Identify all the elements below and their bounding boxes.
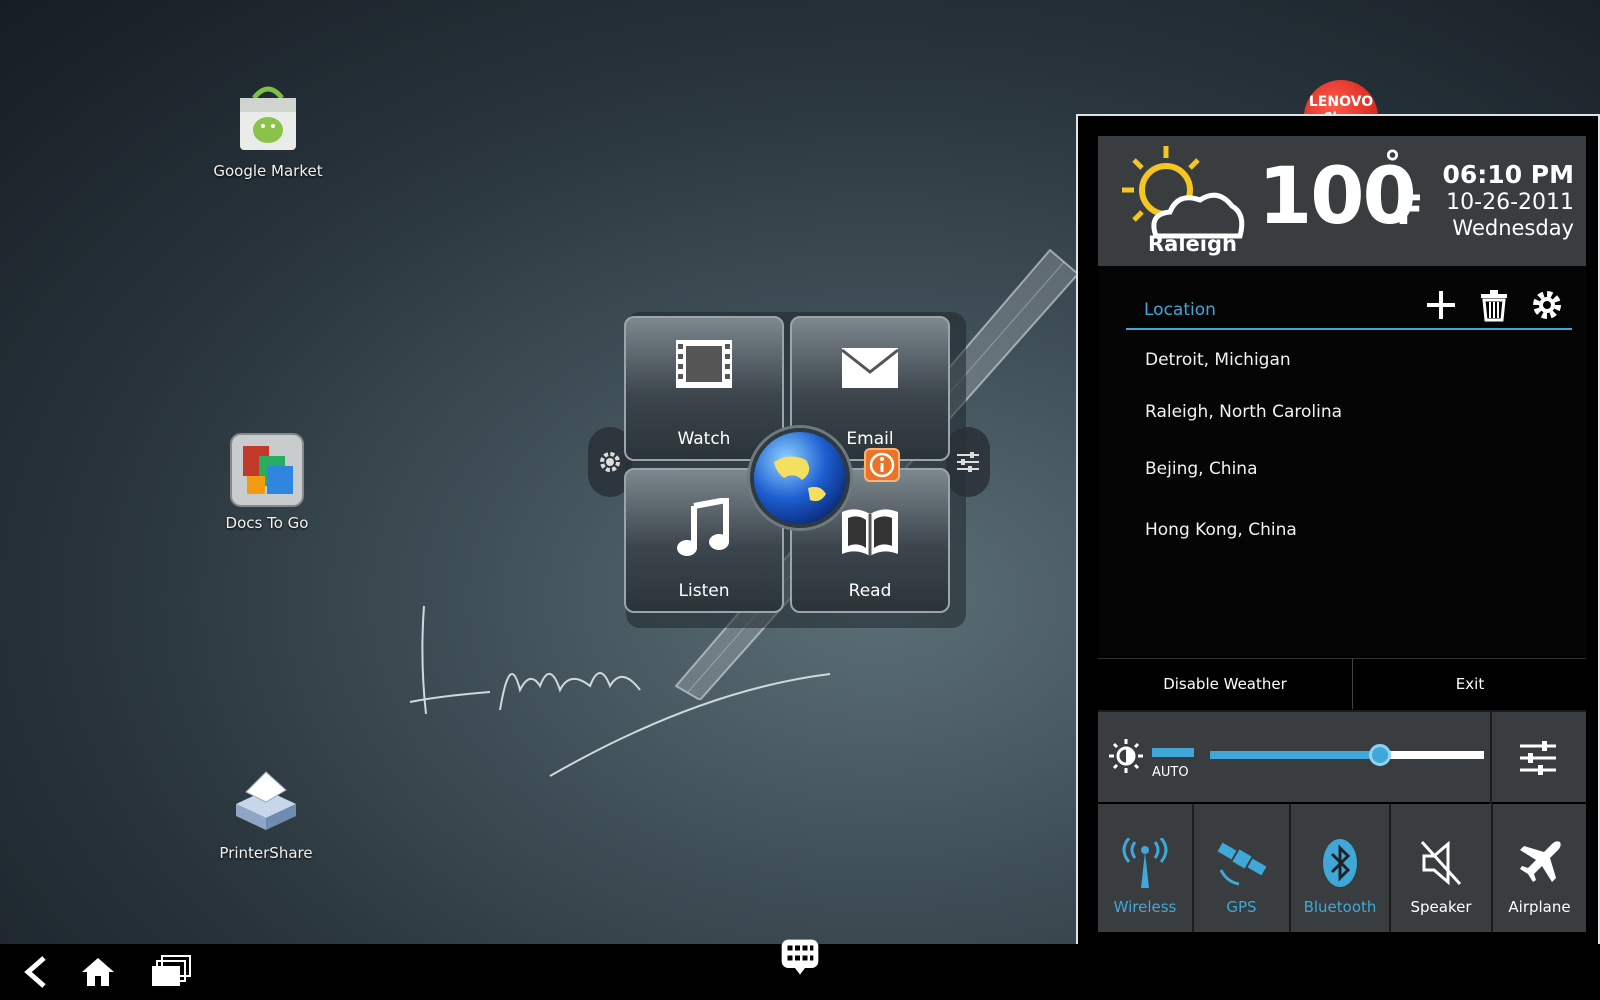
weather-header: Raleigh 100 ° F 06:10 PM 10-26-2011 Wedn… <box>1098 136 1586 266</box>
desktop-icon-printershare[interactable]: PrinterShare <box>191 762 341 862</box>
airplane-icon <box>1519 841 1561 882</box>
desktop-icon-google-market[interactable]: Google Market <box>193 80 343 180</box>
tile-label: Listen <box>678 581 730 601</box>
toggle-wireless[interactable]: Wireless <box>1098 804 1194 932</box>
gps-satellite-icon <box>1217 842 1266 886</box>
weather-unit: F <box>1396 188 1424 234</box>
location-title: Location <box>1144 300 1216 320</box>
home-icon[interactable] <box>80 952 116 992</box>
app-drawer-icon[interactable] <box>776 938 824 978</box>
location-item[interactable]: Raleigh, North Carolina <box>1145 402 1342 422</box>
desktop-icon-docs-to-go[interactable]: Docs To Go <box>192 432 342 532</box>
settings-sliders-icon[interactable] <box>1518 740 1558 776</box>
gear-icon[interactable] <box>1530 288 1564 322</box>
partly-cloudy-icon <box>1122 146 1245 239</box>
location-item[interactable]: Bejing, China <box>1145 459 1258 479</box>
toggle-label: GPS <box>1226 898 1257 916</box>
back-icon[interactable] <box>20 952 52 992</box>
slider-fill <box>1210 751 1380 759</box>
toggle-airplane[interactable]: Airplane <box>1493 804 1586 932</box>
desktop-icon-label: PrinterShare <box>219 844 313 862</box>
disable-weather-button[interactable]: Disable Weather <box>1098 659 1353 709</box>
toggle-speaker[interactable]: Speaker <box>1391 804 1493 932</box>
auto-indicator <box>1152 748 1194 757</box>
system-nav-bar <box>0 939 1600 1000</box>
toggle-bluetooth[interactable]: Bluetooth <box>1291 804 1391 932</box>
weather-city: Raleigh <box>1148 232 1237 256</box>
music-note-icon <box>677 498 729 556</box>
toggle-label: Speaker <box>1410 898 1472 916</box>
bluetooth-icon <box>1323 839 1357 887</box>
clock-time: 06:10 PM <box>1442 160 1574 189</box>
film-icon <box>676 340 732 388</box>
sliders-icon <box>957 452 979 472</box>
hub-adjust-button[interactable] <box>946 427 990 497</box>
docs-icon <box>229 432 305 508</box>
globe-icon[interactable] <box>750 428 850 528</box>
location-header: Location <box>1126 290 1572 330</box>
gear-icon <box>600 452 620 472</box>
add-icon[interactable] <box>1424 288 1458 322</box>
info-icon[interactable] <box>864 448 900 482</box>
slider-thumb[interactable] <box>1368 744 1391 766</box>
printer-icon <box>228 762 304 838</box>
brightness-control: AUTO <box>1098 710 1586 804</box>
desktop-icon-label: Google Market <box>213 162 323 180</box>
book-icon <box>842 509 898 556</box>
brightness-icon <box>1109 739 1143 773</box>
envelope-icon <box>841 348 899 388</box>
clock-date: 10-26-2011 <box>1446 190 1574 215</box>
settings-divider <box>1490 712 1492 804</box>
location-list: Location Detroit, Michigan Raleigh, Nort… <box>1098 266 1586 656</box>
wireless-icon <box>1122 838 1168 888</box>
weather-panel: Raleigh 100 ° F 06:10 PM 10-26-2011 Wedn… <box>1076 114 1600 970</box>
toggle-label: Airplane <box>1508 898 1571 916</box>
clock-weekday: Wednesday <box>1452 216 1574 240</box>
toggle-label: Bluetooth <box>1303 898 1377 916</box>
recent-apps-icon[interactable] <box>150 952 192 992</box>
trash-icon[interactable] <box>1478 288 1510 322</box>
auto-brightness-toggle[interactable]: AUTO <box>1152 748 1194 784</box>
weather-actions: Disable Weather Exit <box>1098 658 1586 710</box>
location-item[interactable]: Hong Kong, China <box>1145 520 1297 540</box>
auto-label: AUTO <box>1152 765 1189 780</box>
brightness-slider[interactable] <box>1210 744 1484 766</box>
toggle-label: Wireless <box>1113 898 1177 916</box>
tile-label: Read <box>848 581 892 601</box>
desktop-icon-label: Docs To Go <box>225 514 309 532</box>
quick-toggles: Wireless GPS Bluetooth Speaker Airplane <box>1098 804 1586 932</box>
speaker-muted-icon <box>1420 840 1462 886</box>
market-bag-icon <box>230 80 306 156</box>
exit-button[interactable]: Exit <box>1354 659 1586 709</box>
toggle-gps[interactable]: GPS <box>1194 804 1291 932</box>
location-item[interactable]: Detroit, Michigan <box>1145 350 1291 370</box>
weather-degree: ° <box>1384 144 1401 184</box>
shop-badge-line1: LENOVO <box>1308 94 1374 110</box>
media-hub-widget: Watch Email Listen Read <box>588 310 1002 630</box>
